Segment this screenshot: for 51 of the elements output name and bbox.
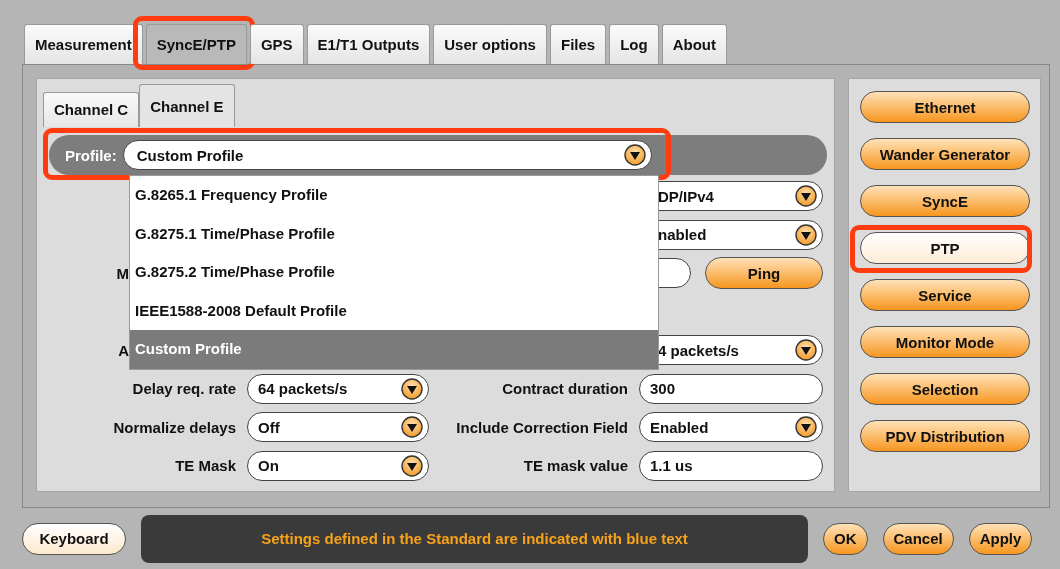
dropdown-field[interactable]: 64 packets/s [247,373,429,404]
side-button[interactable]: Ethernet [860,91,1030,123]
field-label: Include Correction Field [456,418,628,436]
field-label: TE Mask [175,457,236,475]
dropdown-option[interactable]: G.8275.2 Time/Phase Profile [130,253,658,292]
caret-icon [795,223,817,246]
tab[interactable]: SyncE/PTP [145,24,247,64]
dropdown-field[interactable]: On [247,450,429,481]
tab[interactable]: GPS [249,24,304,64]
channel-tab[interactable]: Channel E [139,84,235,127]
field-label: Delay req. rate [132,380,236,398]
caret-icon [401,454,423,477]
profile-label: Profile: [65,146,117,164]
dialog-button[interactable]: Apply [968,522,1033,555]
profile-select[interactable]: Custom Profile [122,140,652,170]
side-button[interactable]: SyncE [860,185,1030,217]
side-button[interactable]: PDV Distribution [860,420,1030,452]
field-label: TE mask value [523,457,628,475]
tab[interactable]: Log [609,24,659,64]
tab[interactable]: E1/T1 Outputs [306,24,431,64]
channel-tab[interactable]: Channel C [43,92,140,127]
dropdown-field[interactable]: Off [247,412,429,443]
side-button[interactable]: Selection [860,373,1030,405]
field-label: Contract duration [502,380,628,398]
tab[interactable]: User options [433,24,547,64]
input-field[interactable]: 1.1 us [639,450,823,481]
caret-icon [401,416,423,439]
side-button[interactable]: Monitor Mode [860,326,1030,358]
tab[interactable]: Files [549,24,607,64]
tab[interactable]: About [661,24,727,64]
caret-icon [795,185,817,208]
side-button[interactable]: Service [860,279,1030,311]
field-label: A [118,341,129,359]
dialog-button[interactable]: OK [823,522,868,555]
caret-icon [795,416,817,439]
dialog-button[interactable]: Cancel [882,522,954,555]
dropdown-option[interactable]: IEEE1588-2008 Default Profile [130,291,658,331]
caret-icon [623,144,646,166]
field-label: M [116,264,129,282]
dropdown-field[interactable]: Enabled [639,412,823,443]
keyboard-button[interactable]: Keyboard [22,522,126,555]
side-button[interactable]: PTP [860,232,1030,264]
input-field[interactable]: 300 [639,373,823,404]
caret-icon [401,377,423,400]
ping-button[interactable]: Ping [705,257,823,290]
tab[interactable]: Measurement [24,24,143,64]
field-label: Normalize delays [113,418,236,436]
caret-icon [795,339,817,362]
message-bar: Settings defined in the Standard are indicated with blue text [141,514,808,563]
dropdown-option[interactable]: Custom Profile [130,330,658,369]
side-button[interactable]: Wander Generator [860,138,1030,170]
